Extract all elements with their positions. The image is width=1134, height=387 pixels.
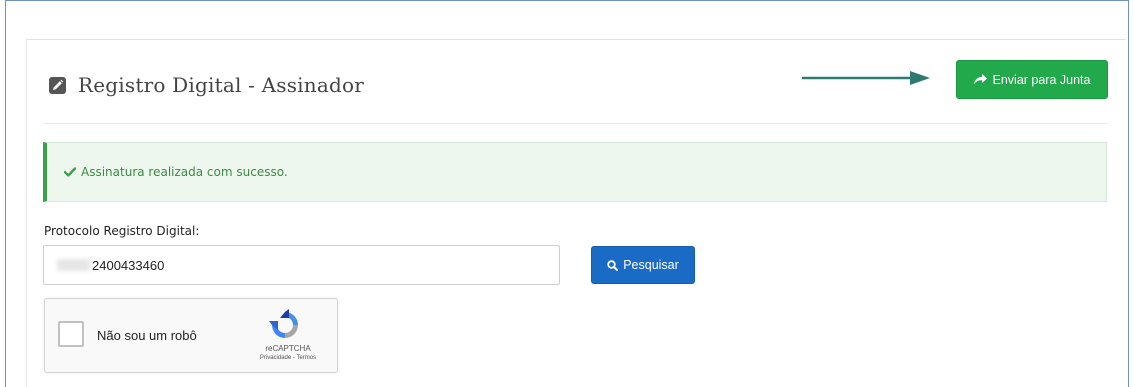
redacted-prefix	[57, 259, 90, 271]
panel-header: Registro Digital - Assinador	[49, 73, 364, 97]
page-title: Registro Digital - Assinador	[78, 73, 364, 97]
alert-message: Assinatura realizada com sucesso.	[81, 165, 288, 179]
header-divider	[44, 123, 1107, 124]
search-button-label: Pesquisar	[623, 258, 679, 272]
protocol-label: Protocolo Registro Digital:	[44, 224, 200, 238]
captcha-checkbox[interactable]	[58, 321, 84, 347]
search-button[interactable]: Pesquisar	[591, 246, 695, 284]
success-alert: Assinatura realizada com sucesso.	[43, 142, 1107, 202]
arrow-right-icon	[802, 71, 930, 85]
edit-icon	[49, 76, 66, 94]
signer-panel: Registro Digital - Assinador Enviar para…	[26, 39, 1126, 387]
send-button-label: Enviar para Junta	[992, 72, 1091, 87]
browser-frame: Registro Digital - Assinador Enviar para…	[5, 0, 1129, 387]
search-icon	[607, 259, 619, 271]
recaptcha-logo-icon	[269, 309, 298, 338]
recaptcha-links[interactable]: Privacidade - Termos	[245, 355, 331, 361]
send-to-junta-button[interactable]: Enviar para Junta	[956, 60, 1108, 99]
captcha-label: Não sou um robô	[97, 328, 197, 343]
recaptcha-brand: reCAPTCHA	[265, 344, 311, 353]
share-arrow-icon	[973, 74, 987, 85]
check-icon	[64, 167, 76, 177]
protocol-input[interactable]	[43, 245, 560, 285]
recaptcha-widget: Não sou um robô reCAPTCHA Privacidade - …	[44, 298, 338, 373]
